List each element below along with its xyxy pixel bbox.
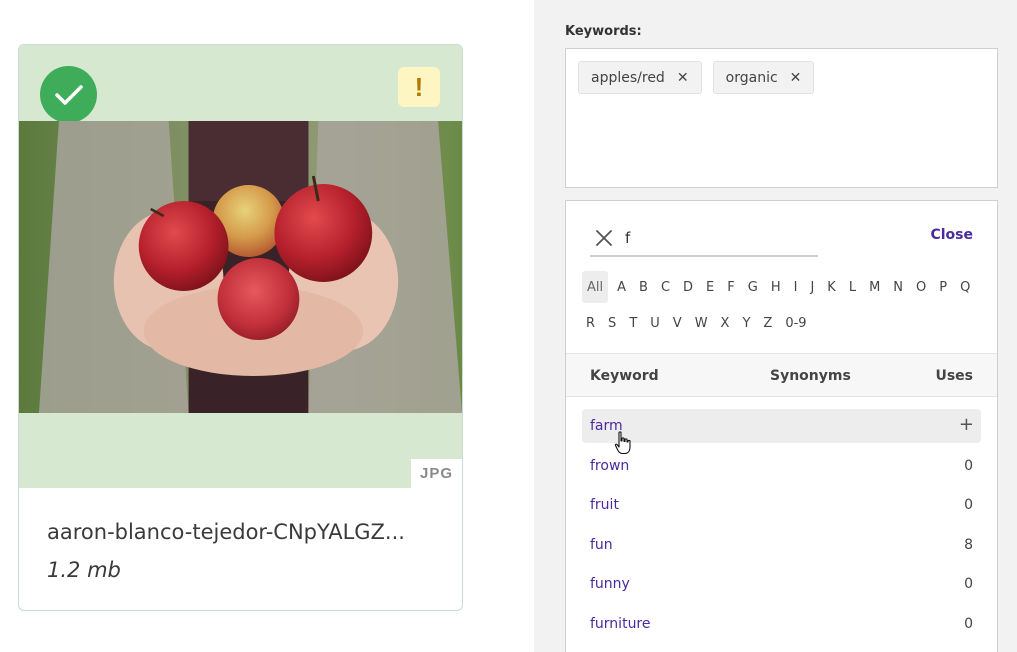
remove-keyword-icon[interactable]: ✕: [790, 70, 802, 86]
letter-filter[interactable]: S: [604, 307, 620, 339]
letter-filter[interactable]: T: [625, 307, 641, 339]
column-header-keyword[interactable]: Keyword: [590, 368, 659, 384]
letter-filter[interactable]: U: [646, 307, 664, 339]
asset-filename: aaron-blanco-tejedor-CNpYALGZ...: [47, 520, 405, 544]
letter-filter-all[interactable]: All: [582, 271, 609, 303]
keyword-row[interactable]: fun 8: [582, 528, 981, 562]
close-picker-button[interactable]: Close: [930, 227, 973, 243]
asset-filesize: 1.2 mb: [47, 558, 121, 582]
letter-filter[interactable]: M: [865, 271, 884, 303]
asset-thumbnail-area: ! JPG: [19, 45, 462, 488]
keyword-table-header: Keyword Synonyms Uses: [566, 353, 997, 397]
keyword-link[interactable]: fun: [590, 537, 613, 553]
keyword-row[interactable]: fruit 0: [582, 488, 981, 522]
keyword-uses: 0: [964, 615, 973, 632]
letter-filter[interactable]: F: [723, 271, 738, 303]
letter-filter[interactable]: C: [657, 271, 674, 303]
keywords-field[interactable]: apples/red ✕ organic ✕: [565, 48, 998, 188]
letter-filter[interactable]: B: [635, 271, 652, 303]
letter-filter[interactable]: G: [744, 271, 762, 303]
letter-filter[interactable]: D: [679, 271, 697, 303]
check-icon: [54, 84, 83, 105]
keyword-link[interactable]: furniture: [590, 616, 651, 632]
letter-filter[interactable]: O: [912, 271, 930, 303]
letter-filter[interactable]: 0-9: [781, 307, 810, 339]
letter-filter[interactable]: N: [889, 271, 907, 303]
alphabet-filter-row-2: R S T U V W X Y Z 0-9: [582, 307, 816, 339]
keyword-search-input[interactable]: [625, 229, 805, 247]
letter-filter[interactable]: P: [935, 271, 951, 303]
keyword-search-bar: [590, 221, 818, 257]
letter-filter[interactable]: I: [790, 271, 802, 303]
keyword-list: farm + frown 0 fruit 0 fun 8 funny 0 fur…: [582, 409, 981, 647]
letter-filter[interactable]: R: [582, 307, 599, 339]
warning-badge[interactable]: !: [398, 67, 440, 107]
hand-cursor-icon: [614, 431, 631, 455]
keyword-uses: 0: [964, 497, 973, 514]
letter-filter[interactable]: V: [669, 307, 686, 339]
keywords-label: Keywords:: [565, 24, 642, 39]
letter-filter[interactable]: Y: [738, 307, 754, 339]
letter-filter[interactable]: E: [702, 271, 718, 303]
selected-check-badge[interactable]: [40, 66, 97, 123]
keyword-chip-label: organic: [725, 69, 778, 86]
keyword-chip-label: apples/red: [591, 69, 665, 86]
letter-filter[interactable]: Q: [956, 271, 974, 303]
keyword-panel: Keywords: apples/red ✕ organic ✕ Close A…: [534, 0, 1017, 652]
keyword-link[interactable]: frown: [590, 458, 629, 474]
keyword-row[interactable]: funny 0: [582, 567, 981, 601]
keyword-link[interactable]: fruit: [590, 497, 619, 513]
asset-photo: [19, 121, 462, 413]
keyword-link[interactable]: funny: [590, 576, 630, 592]
letter-filter[interactable]: W: [691, 307, 712, 339]
file-type-badge: JPG: [411, 459, 462, 488]
keyword-chip: apples/red ✕: [578, 61, 702, 94]
add-keyword-icon[interactable]: +: [959, 416, 974, 434]
asset-info: aaron-blanco-tejedor-CNpYALGZ... 1.2 mb: [19, 488, 462, 610]
letter-filter[interactable]: K: [823, 271, 840, 303]
keyword-uses: 8: [964, 536, 973, 553]
remove-keyword-icon[interactable]: ✕: [677, 70, 689, 86]
keyword-row[interactable]: farm +: [582, 409, 981, 443]
letter-filter[interactable]: L: [845, 271, 860, 303]
keyword-chip: organic ✕: [712, 61, 815, 94]
keyword-uses: 0: [964, 457, 973, 474]
column-header-synonyms[interactable]: Synonyms: [770, 368, 851, 384]
warning-icon: !: [414, 71, 424, 102]
keyword-row[interactable]: furniture 0: [582, 607, 981, 641]
alphabet-filter-row-1: All A B C D E F G H I J K L M N O P Q: [582, 271, 979, 303]
keyword-picker: Close All A B C D E F G H I J K L M N O …: [565, 200, 998, 652]
asset-card[interactable]: ! JPG aaron-blanco-tejedor-CNpYALGZ... 1…: [18, 44, 463, 611]
letter-filter[interactable]: Z: [759, 307, 776, 339]
clear-search-icon[interactable]: [593, 227, 615, 249]
keyword-row[interactable]: frown 0: [582, 449, 981, 483]
letter-filter[interactable]: H: [767, 271, 785, 303]
keyword-uses: 0: [964, 576, 973, 593]
column-header-uses[interactable]: Uses: [935, 368, 973, 384]
letter-filter[interactable]: A: [613, 271, 630, 303]
letter-filter[interactable]: X: [717, 307, 734, 339]
letter-filter[interactable]: J: [806, 271, 818, 303]
